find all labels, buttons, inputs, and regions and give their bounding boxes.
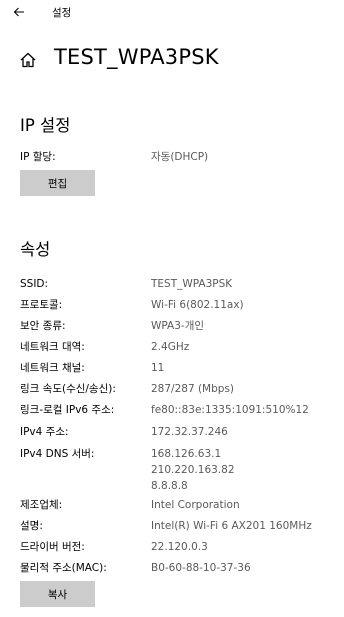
property-row-ssid: SSID: TEST_WPA3PSK: [20, 275, 330, 293]
property-value: B0-60-88-10-37-36: [151, 562, 251, 574]
property-value: 287/287 (Mbps): [151, 383, 235, 395]
dns-server-value: 168.126.63.1: [151, 448, 222, 460]
dns-values: 168.126.63.1 210.220.163.82 8.8.8.8: [151, 446, 235, 494]
property-value: WPA3-개인: [151, 320, 205, 332]
back-arrow-icon: [13, 7, 24, 17]
property-label: 네트워크 채널:: [20, 362, 85, 374]
title-bar: 설정: [0, 0, 344, 26]
property-label: 드라이버 버전:: [20, 541, 85, 553]
property-label: 프로토콜:: [20, 299, 63, 311]
ip-assignment-value: 자동(DHCP): [151, 151, 209, 163]
ip-assignment-label: IP 할당:: [20, 151, 56, 163]
property-label: IPv4 주소:: [20, 426, 69, 438]
property-label: 제조업체:: [20, 499, 63, 511]
property-value: Intel Corporation: [151, 499, 240, 511]
property-row-network-channel: 네트워크 채널: 11: [20, 359, 330, 377]
home-icon: [20, 52, 36, 68]
property-value: fe80::83e:1335:1091:510%12: [151, 404, 309, 416]
property-row-security-type: 보안 종류: WPA3-개인: [20, 317, 330, 335]
property-value: Wi-Fi 6(802.11ax): [151, 299, 244, 311]
property-value: 172.32.37.246: [151, 426, 228, 438]
ip-assignment-row: IP 할당: 자동(DHCP): [20, 148, 330, 166]
property-label: 보안 종류:: [20, 320, 66, 332]
property-row-mac-address: 물리적 주소(MAC): B0-60-88-10-37-36: [20, 559, 330, 577]
dns-server-value: 210.220.163.82: [151, 464, 235, 476]
property-row-ipv4: IPv4 주소: 172.32.37.246: [20, 423, 330, 441]
property-label: 링크 속도(수신/송신):: [20, 383, 116, 395]
property-value: 11: [151, 362, 165, 374]
edit-button[interactable]: 편집: [20, 170, 95, 196]
property-row-description: 설명: Intel(R) Wi-Fi 6 AX201 160MHz: [20, 517, 330, 535]
property-label: 설명:: [20, 520, 43, 532]
home-button[interactable]: [19, 51, 37, 69]
property-row-protocol: 프로토콜: Wi-Fi 6(802.11ax): [20, 296, 330, 314]
property-value: 22.120.0.3: [151, 541, 208, 553]
window-title: 설정: [52, 7, 72, 19]
page-title: TEST_WPA3PSK: [54, 45, 219, 69]
properties-heading: 속성: [20, 240, 51, 259]
property-row-ipv6: 링크-로컬 IPv6 주소: fe80::83e:1335:1091:510%1…: [20, 401, 330, 419]
property-row-link-speed: 링크 속도(수신/송신): 287/287 (Mbps): [20, 380, 330, 398]
property-label: 네트워크 대역:: [20, 341, 85, 353]
dns-label: IPv4 DNS 서버:: [20, 448, 95, 460]
property-value: 2.4GHz: [151, 341, 190, 353]
property-row-network-band: 네트워크 대역: 2.4GHz: [20, 338, 330, 356]
property-value: TEST_WPA3PSK: [151, 278, 233, 290]
property-label: 물리적 주소(MAC):: [20, 562, 107, 574]
ip-settings-heading: IP 설정: [20, 116, 71, 135]
property-label: 링크-로컬 IPv6 주소:: [20, 404, 115, 416]
property-row-manufacturer: 제조업체: Intel Corporation: [20, 496, 330, 514]
copy-button[interactable]: 복사: [20, 581, 95, 607]
property-row-driver-version: 드라이버 버전: 22.120.0.3: [20, 538, 330, 556]
dns-server-value: 8.8.8.8: [151, 480, 188, 492]
property-label: SSID:: [20, 278, 49, 290]
page-header: TEST_WPA3PSK: [0, 44, 344, 76]
back-button[interactable]: [8, 3, 30, 21]
property-value: Intel(R) Wi-Fi 6 AX201 160MHz: [151, 520, 312, 532]
